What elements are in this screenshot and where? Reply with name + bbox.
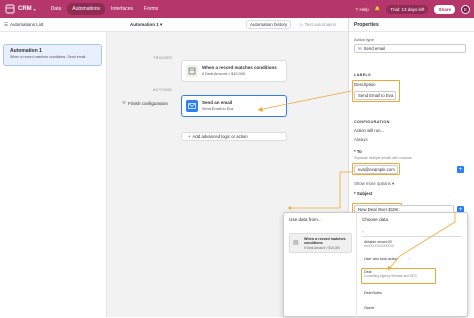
nav-automations[interactable]: Automations: [67, 3, 106, 15]
notifications-icon[interactable]: 🔔: [375, 6, 381, 12]
trigger-label: TRIGGER: [153, 56, 173, 60]
to-label: * To: [354, 149, 362, 154]
trial-badge[interactable]: Trial: 13 days left: [386, 4, 429, 14]
automation-title-text: Automation 1: [130, 21, 159, 27]
nav-interfaces[interactable]: Interfaces: [106, 3, 138, 15]
show-more-options[interactable]: Show more options ▾: [354, 181, 394, 187]
list-item[interactable]: Owner: [364, 306, 375, 310]
email-icon: ✉: [358, 45, 362, 51]
list-item[interactable]: Airtable record ID recXXXXXXXXXXXX: [364, 240, 394, 248]
always-value[interactable]: Always: [354, 137, 368, 142]
finish-configuration[interactable]: ⚙ Finish configuration: [122, 100, 168, 106]
record-icon: ▤: [293, 240, 299, 246]
choose-data-column: Choose data ⌕ Airtable record ID recXXXX…: [357, 213, 469, 318]
app-name[interactable]: CRM: [18, 6, 32, 12]
list-item[interactable]: User who took action ›: [364, 257, 410, 261]
search-icon: ⌕: [362, 229, 365, 234]
automations-list-tab[interactable]: ☰ Automations List: [4, 22, 43, 28]
description-label: Description: [354, 82, 376, 87]
automations-sidebar: Automation 1 When a record matches condi…: [0, 32, 107, 317]
to-label-text: To: [356, 149, 362, 154]
list-icon: ☰: [4, 21, 9, 27]
data-source-column: Use data from... ▤ When a record matches…: [284, 213, 357, 318]
help-label: Help: [359, 6, 369, 12]
choose-data-title: Choose data: [362, 217, 389, 222]
app-logo-icon[interactable]: [4, 3, 16, 15]
automation-card-title: Automation 1: [10, 48, 42, 54]
trigger-source-title: When a record matches conditions: [304, 237, 346, 245]
list-item-label: User who took action: [364, 257, 398, 261]
data-picker-dialog: Use data from... ▤ When a record matches…: [283, 212, 469, 318]
chevron-down-icon[interactable]: ▾: [34, 7, 36, 12]
to-input[interactable]: eva@example.com: [354, 165, 398, 174]
to-hint: Separate multiple emails with commas: [354, 156, 412, 160]
subject-label-text: Subject: [356, 191, 373, 196]
avatar[interactable]: E: [461, 4, 470, 14]
record-icon: [186, 65, 198, 77]
top-bar: CRM ▾ Data Automations Interfaces Forms …: [0, 0, 474, 18]
action-sub: Send Email to Eva: [202, 107, 234, 111]
insert-token-icon[interactable]: +: [457, 166, 464, 173]
action-type-select[interactable]: ✉ Send email: [354, 44, 466, 53]
add-logic-button[interactable]: + Add advanced logic or action: [181, 132, 287, 141]
add-logic-label: Add advanced logic or action: [192, 134, 248, 139]
action-title: Send an email: [202, 100, 233, 105]
test-automation-label: Test automation: [304, 21, 337, 27]
plus-icon: +: [188, 134, 191, 139]
panel-header: Properties: [349, 18, 474, 32]
trigger-title: When a record matches conditions: [202, 65, 277, 70]
configuration-section: CONFIGURATION: [354, 120, 390, 124]
subject-label: * Subject: [354, 191, 373, 196]
help-link[interactable]: ? Help: [355, 7, 368, 12]
trigger-source-card[interactable]: ▤ When a record matches conditions If De…: [289, 233, 352, 253]
main-nav: Data Automations Interfaces Forms: [46, 0, 165, 18]
automation-title[interactable]: Automation 1 ▾: [130, 22, 162, 28]
list-item-sub: Consulting Agency Website and SEO: [364, 274, 417, 278]
automation-history-button[interactable]: Automation history: [246, 20, 292, 29]
chevron-down-icon: ▾: [160, 21, 163, 27]
chevron-right-icon: ›: [408, 257, 410, 261]
description-input[interactable]: Send Email to Eva: [354, 91, 396, 100]
automation-toolbar: ☰ Automations List Automation 1 ▾ Automa…: [0, 18, 348, 32]
email-icon: [186, 100, 198, 112]
show-more-label: Show more options: [354, 181, 391, 186]
automation-card[interactable]: Automation 1 When a record matches condi…: [3, 44, 102, 66]
list-item[interactable]: Deal Consulting Agency Website and SEO: [364, 270, 417, 278]
list-item-sub: recXXXXXXXXXXXX: [364, 244, 394, 248]
nav-forms[interactable]: Forms: [139, 3, 163, 15]
help-icon: ?: [355, 6, 358, 12]
nav-data[interactable]: Data: [46, 3, 67, 15]
chevron-down-icon: ▾: [390, 181, 395, 186]
warning-icon: ⚙: [122, 100, 127, 105]
action-type-label: Action type: [354, 37, 374, 42]
action-type-value: Send email: [363, 46, 386, 51]
use-data-from-title: Use data from...: [289, 217, 322, 222]
data-search-input[interactable]: ⌕: [362, 229, 462, 237]
test-automation-button[interactable]: ▷ Test automation: [300, 22, 336, 28]
labels-section: LABELS: [354, 73, 371, 77]
automation-card-sub: When a record matches conditions, Send e…: [10, 55, 86, 59]
action-node[interactable]: Send an email Send Email to Eva: [181, 95, 287, 117]
automations-list-label: Automations List: [10, 22, 44, 27]
trigger-source-sub: If Deal Amount > $10,000: [304, 246, 341, 250]
finish-configuration-label: Finish configuration: [128, 100, 168, 106]
trigger-node[interactable]: When a record matches conditions If Deal…: [181, 60, 287, 82]
action-will-run-label: Action will run...: [354, 128, 385, 133]
trigger-sub: If Deal Amount > $10,000: [202, 72, 245, 76]
actions-label: ACTIONS: [153, 88, 172, 92]
list-item[interactable]: Deal Notes: [364, 291, 382, 295]
share-button[interactable]: Share: [434, 4, 455, 14]
